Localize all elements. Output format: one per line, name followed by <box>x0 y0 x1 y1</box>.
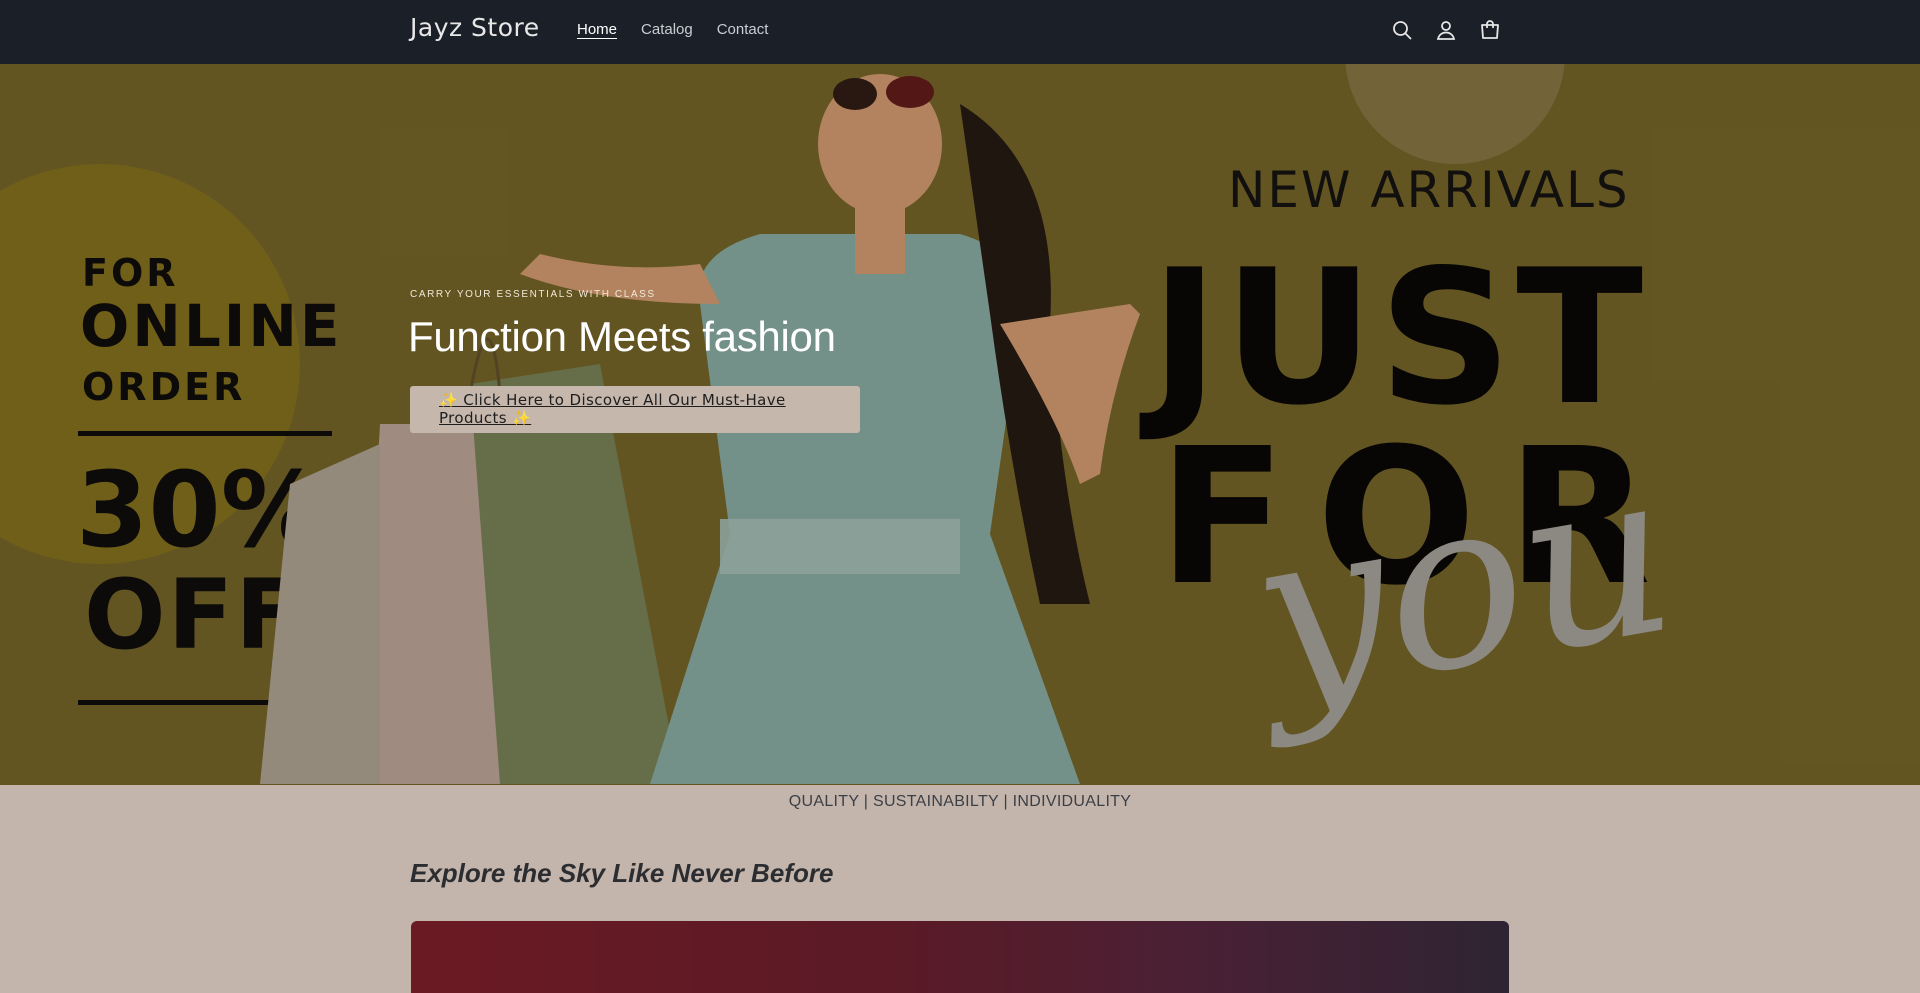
nav-catalog-link[interactable]: Catalog <box>641 21 693 38</box>
site-header: Jayz Store Home Catalog Contact <box>0 0 1920 64</box>
store-logo[interactable]: Jayz Store <box>410 13 540 42</box>
hero-title: Function Meets fashion <box>408 313 836 360</box>
account-icon[interactable] <box>1434 18 1458 42</box>
search-icon[interactable] <box>1390 18 1414 42</box>
hero-banner: FOR ONLINE ORDER 30% OFF NEW ARRIVALS JU… <box>0 64 1920 785</box>
nav-contact-link[interactable]: Contact <box>717 21 769 38</box>
section-title: Explore the Sky Like Never Before <box>410 858 834 888</box>
cart-icon[interactable] <box>1478 18 1502 42</box>
discover-products-button[interactable]: ✨ Click Here to Discover All Our Must-Ha… <box>410 386 860 433</box>
hero-overlay <box>0 64 1920 785</box>
hero-eyebrow: CARRY YOUR ESSENTIALS WITH CLASS <box>410 289 656 300</box>
header-icons <box>1390 18 1502 42</box>
nav-home-link[interactable]: Home <box>577 21 617 38</box>
main-nav: Home Catalog Contact <box>577 21 768 38</box>
values-strip: QUALITY | SUSTAINABILTY | INDIVIDUALITY <box>788 793 1132 810</box>
featured-banner[interactable] <box>411 921 1509 993</box>
